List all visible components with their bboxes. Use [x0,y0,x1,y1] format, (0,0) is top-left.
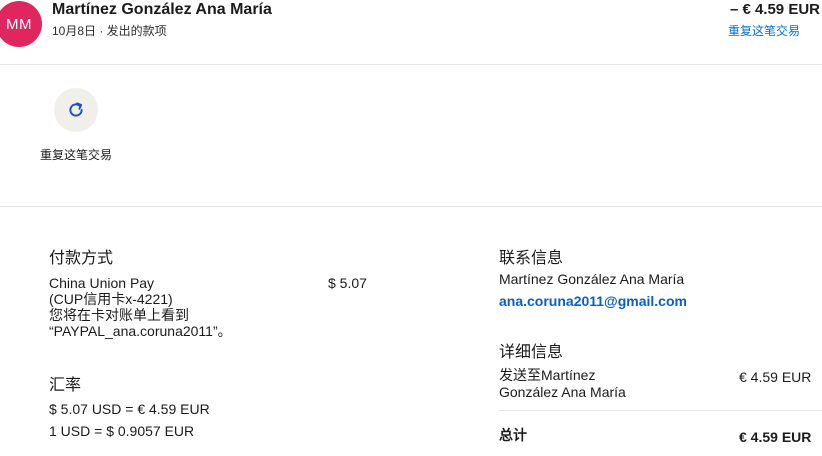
transaction-amount: – € 4.59 EUR [729,1,820,18]
avatar: MM [0,1,42,47]
transaction-subtitle: 10月8日 · 发出的款项 [52,24,167,38]
sent-to-line: 发送至Martínez [499,367,596,383]
exchange-rate-line: 1 USD = $ 0.9057 EUR [49,423,195,439]
payee-name: Martínez González Ana María [52,1,272,18]
contact-info-title: 联系信息 [499,250,564,267]
refresh-icon [69,102,83,117]
repeat-button[interactable] [54,88,98,132]
contact-email[interactable]: ana.coruna2011@gmail.com [499,293,687,309]
payment-amount: $ 5.07 [328,275,367,291]
payment-method-line: “PAYPAL_ana.coruna2011”。 [49,323,232,339]
total-label: 总计 [499,427,527,443]
details-divider [499,410,822,411]
sent-to-line: González Ana María [499,384,626,400]
total-amount: € 4.59 EUR [739,429,812,445]
contact-name: Martínez González Ana María [499,271,685,287]
payment-method-line: (CUP信用卡x-4221) [49,291,173,307]
repeat-action-label: 重复这笔交易 [40,148,113,162]
sent-amount: € 4.59 EUR [739,369,812,385]
payment-method-title: 付款方式 [49,250,114,267]
divider [0,64,822,65]
details-title: 详细信息 [499,344,564,361]
repeat-transaction-link[interactable]: 重复这笔交易 [728,22,800,39]
divider [0,206,822,207]
payment-method-line: 您将在卡对账单上看到 [49,307,189,323]
exchange-rate-title: 汇率 [49,377,82,394]
exchange-rate-line: $ 5.07 USD = € 4.59 EUR [49,401,210,417]
payment-method-line: China Union Pay [49,275,155,291]
repeat-transaction-action[interactable]: 重复这笔交易 [40,88,112,164]
